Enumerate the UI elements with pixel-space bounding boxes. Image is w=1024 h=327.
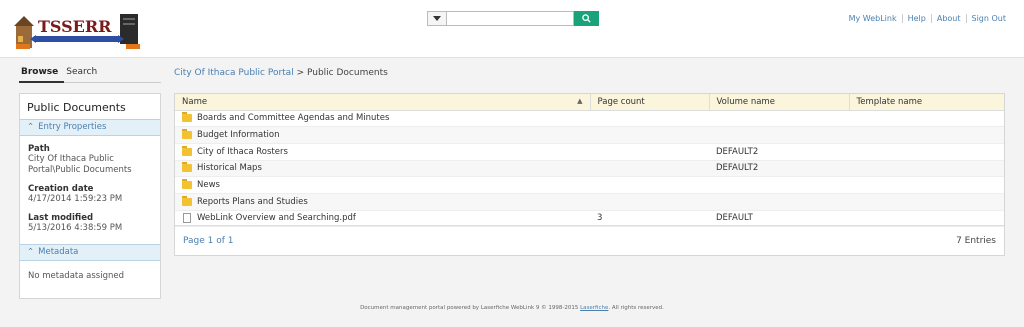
entry-properties-label: Entry Properties bbox=[38, 122, 107, 132]
sort-ascending-icon: ▲ bbox=[577, 96, 583, 105]
folder-icon bbox=[182, 112, 192, 123]
table-row[interactable]: News bbox=[175, 176, 1004, 194]
template-name-cell bbox=[849, 126, 1004, 144]
top-links: My WebLink Help About Sign Out bbox=[844, 14, 1006, 23]
search-icon bbox=[582, 14, 591, 23]
document-list: Name ▲ Page count Volume name Template na… bbox=[174, 93, 1005, 256]
name-cell: Boards and Committee Agendas and Minutes bbox=[175, 110, 590, 128]
breadcrumb: City Of Ithaca Public Portal > Public Do… bbox=[174, 68, 388, 78]
volume-name-cell: DEFAULT2 bbox=[709, 160, 849, 178]
folder-icon bbox=[182, 179, 192, 190]
folder-icon bbox=[182, 129, 192, 140]
page-count-cell bbox=[590, 193, 709, 211]
entry-properties-toggle[interactable]: ⌃ Entry Properties bbox=[20, 119, 160, 136]
breadcrumb-separator: > bbox=[296, 68, 305, 78]
document-table: Name ▲ Page count Volume name Template na… bbox=[175, 94, 1004, 228]
volume-name-cell bbox=[709, 110, 849, 128]
help-link[interactable]: Help bbox=[903, 14, 932, 23]
page-count-cell bbox=[590, 176, 709, 194]
folder-icon bbox=[182, 145, 192, 156]
template-name-cell bbox=[849, 110, 1004, 128]
pager[interactable]: Page 1 of 1 bbox=[183, 236, 234, 246]
table-row[interactable]: Historical Maps DEFAULT2 bbox=[175, 160, 1004, 178]
name-cell: News bbox=[175, 176, 590, 194]
name-cell: Budget Information bbox=[175, 126, 590, 144]
footer-text: Document management portal powered by La… bbox=[360, 305, 579, 311]
volume-name-cell bbox=[709, 176, 849, 194]
name-cell: Historical Maps bbox=[175, 160, 590, 178]
tsserr-logo[interactable]: TSSERR bbox=[12, 6, 144, 52]
entry-name-link[interactable]: Boards and Committee Agendas and Minutes bbox=[197, 113, 389, 123]
about-link[interactable]: About bbox=[932, 14, 967, 23]
header: TSSERR My WebLink Help About Sign Out bbox=[0, 0, 1024, 58]
entry-details-panel: Public Documents ⌃ Entry Properties Path … bbox=[19, 93, 161, 299]
creation-date-value: 4/17/2014 1:59:23 PM bbox=[28, 194, 123, 204]
entry-name-link[interactable]: Reports Plans and Studies bbox=[197, 197, 308, 207]
last-modified-value: 5/13/2016 4:38:59 PM bbox=[28, 223, 123, 233]
template-name-cell bbox=[849, 176, 1004, 194]
page-count-cell bbox=[590, 143, 709, 161]
page-count-cell bbox=[590, 126, 709, 144]
folder-icon bbox=[182, 195, 192, 206]
my-weblink-link[interactable]: My WebLink bbox=[844, 14, 903, 23]
tab-browse[interactable]: Browse bbox=[19, 66, 65, 83]
double-chevron-up-icon: ⌃ bbox=[27, 122, 35, 132]
metadata-toggle[interactable]: ⌃ Metadata bbox=[20, 244, 160, 261]
entry-count: 7 Entries bbox=[956, 235, 996, 246]
name-cell: Reports Plans and Studies bbox=[175, 193, 590, 211]
table-row[interactable]: Boards and Committee Agendas and Minutes bbox=[175, 110, 1004, 128]
page-footer: Document management portal powered by La… bbox=[0, 305, 1024, 311]
sign-out-link[interactable]: Sign Out bbox=[967, 14, 1007, 23]
sidebar-tabs: Browse Search bbox=[19, 66, 161, 83]
column-header-name[interactable]: Name ▲ bbox=[175, 94, 591, 111]
template-name-cell bbox=[849, 160, 1004, 178]
tab-search[interactable]: Search bbox=[64, 66, 103, 83]
folder-icon bbox=[182, 162, 192, 173]
breadcrumb-root-link[interactable]: City Of Ithaca Public Portal bbox=[174, 68, 294, 78]
path-label: Path bbox=[28, 144, 50, 154]
page-count-cell bbox=[590, 160, 709, 178]
entry-name-link[interactable]: Budget Information bbox=[197, 130, 279, 140]
last-modified-label: Last modified bbox=[28, 213, 94, 223]
entry-name-link[interactable]: Historical Maps bbox=[197, 163, 262, 173]
template-name-cell bbox=[849, 193, 1004, 211]
column-header-template-name[interactable]: Template name bbox=[849, 94, 1004, 111]
search-input[interactable] bbox=[447, 11, 574, 26]
template-name-cell bbox=[849, 143, 1004, 161]
search-options-dropdown[interactable] bbox=[427, 11, 447, 26]
entry-name-link[interactable]: News bbox=[197, 180, 220, 190]
double-chevron-up-icon: ⌃ bbox=[27, 247, 35, 257]
metadata-label: Metadata bbox=[38, 247, 79, 257]
footer-rights: . All rights reserved. bbox=[608, 305, 664, 311]
table-row[interactable]: City of Ithaca Rosters DEFAULT2 bbox=[175, 143, 1004, 161]
volume-name-cell: DEFAULT2 bbox=[709, 143, 849, 161]
table-footer: Page 1 of 1 7 Entries bbox=[175, 225, 1004, 255]
panel-title: Public Documents bbox=[27, 101, 126, 114]
entry-name-link[interactable]: City of Ithaca Rosters bbox=[197, 147, 288, 157]
search-bar bbox=[427, 11, 599, 26]
table-header-row: Name ▲ Page count Volume name Template na… bbox=[175, 94, 1004, 111]
table-row[interactable]: Budget Information bbox=[175, 126, 1004, 144]
page-count-cell bbox=[590, 110, 709, 128]
breadcrumb-current: Public Documents bbox=[307, 68, 388, 78]
search-button[interactable] bbox=[574, 11, 599, 26]
table-row[interactable]: Reports Plans and Studies bbox=[175, 193, 1004, 211]
column-header-page-count[interactable]: Page count bbox=[590, 94, 710, 111]
volume-name-cell bbox=[709, 126, 849, 144]
creation-date-label: Creation date bbox=[28, 184, 94, 194]
entry-name-link[interactable]: WebLink Overview and Searching.pdf bbox=[197, 213, 356, 223]
chevron-down-icon bbox=[433, 15, 441, 21]
path-value: City Of Ithaca Public Portal\Public Docu… bbox=[28, 154, 132, 175]
logo-text: TSSERR bbox=[38, 17, 112, 36]
column-header-volume-name[interactable]: Volume name bbox=[709, 94, 850, 111]
metadata-empty-text: No metadata assigned bbox=[28, 271, 124, 281]
properties-list: Path City Of Ithaca Public Portal\Public… bbox=[20, 144, 160, 234]
laserfiche-link[interactable]: Laserfiche bbox=[580, 305, 608, 311]
name-cell: City of Ithaca Rosters bbox=[175, 143, 590, 161]
document-icon bbox=[183, 213, 191, 224]
volume-name-cell bbox=[709, 193, 849, 211]
